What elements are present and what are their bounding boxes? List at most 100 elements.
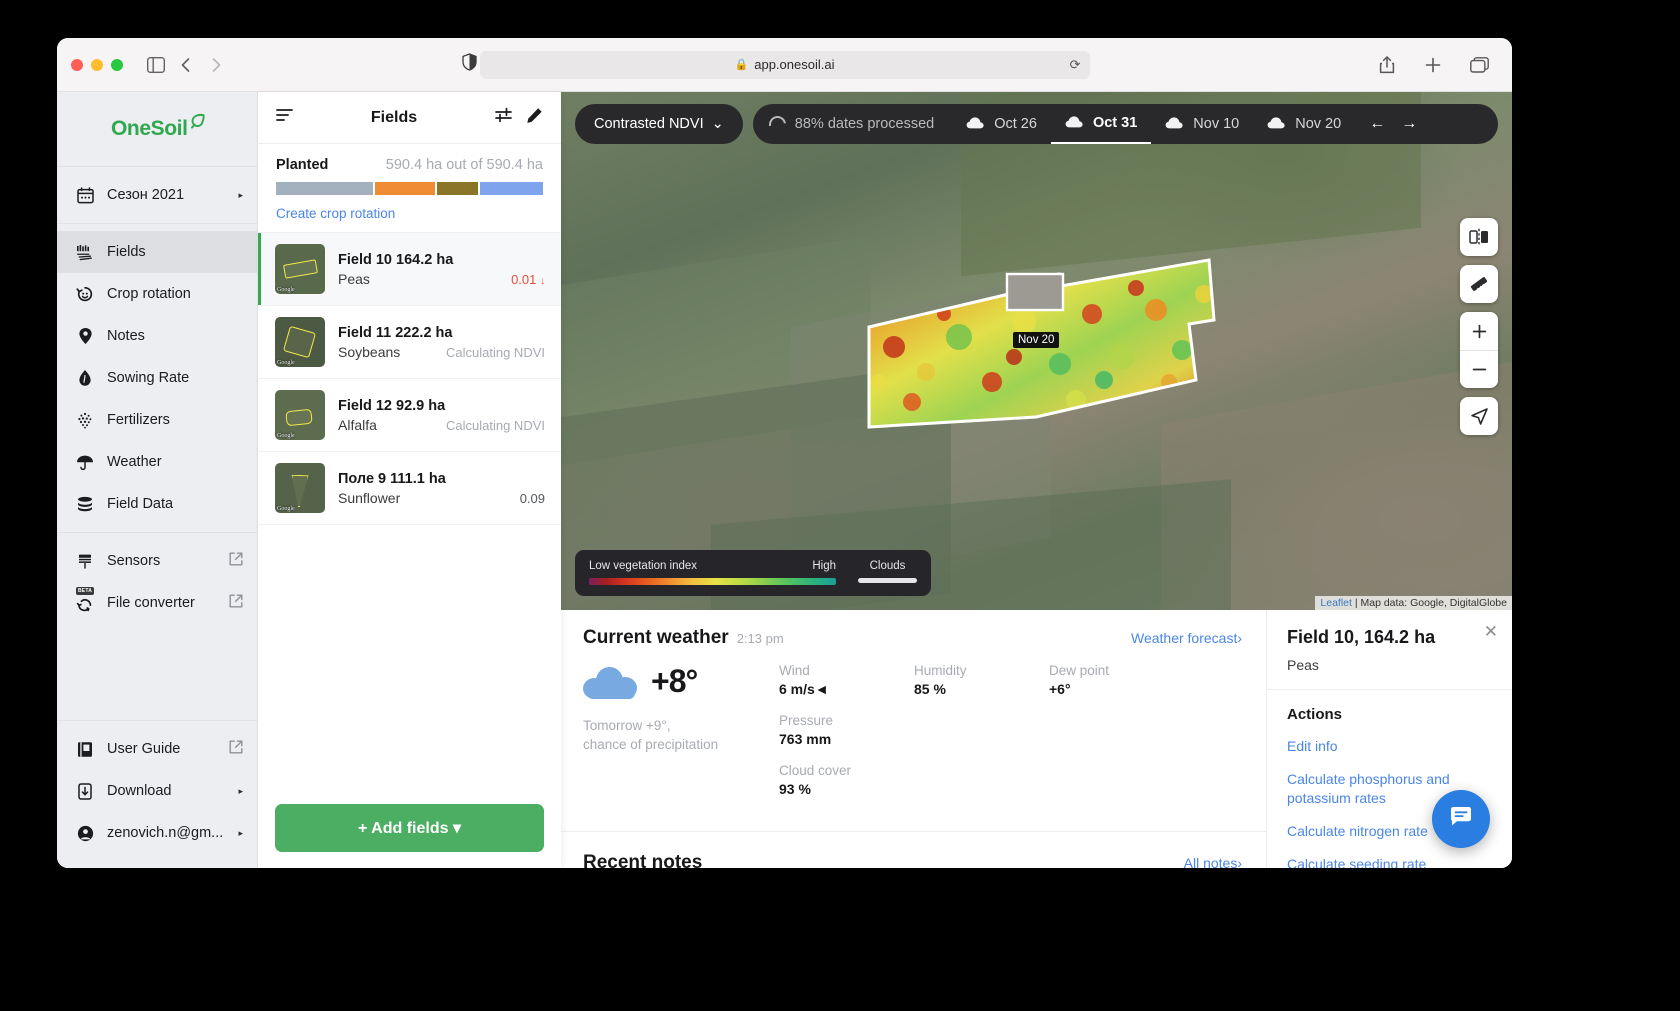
maximize-window-button[interactable] (111, 58, 123, 71)
recent-notes-card: Recent notes All notes› (561, 832, 1266, 868)
date-label: Oct 31 (1092, 115, 1138, 131)
field-list-item[interactable]: Google Field 11 222.2 ha Soybeans Calculati… (258, 306, 561, 379)
map-canvas[interactable]: Nov 20 Contrasted NDVI ⌄ 88% dates proce… (561, 92, 1512, 610)
map-legend: Low vegetation index High Clouds (575, 550, 931, 596)
sidebar-item-weather[interactable]: Weather (57, 441, 257, 483)
sidebar-item-label: Fields (107, 244, 146, 260)
close-icon[interactable]: ✕ (1484, 623, 1498, 640)
field-action-link[interactable]: Calculate seeding rate (1287, 855, 1492, 868)
sidebar-item-fertilizers[interactable]: Fertilizers (57, 399, 257, 441)
date-item-1[interactable]: Oct 31 (1050, 104, 1152, 144)
ndvi-mode-select[interactable]: Contrasted NDVI ⌄ (575, 104, 743, 144)
sidebar-item-fields[interactable]: Fields (57, 231, 257, 273)
date-item-2[interactable]: Nov 10 (1151, 104, 1253, 144)
sidebar-toggle-icon[interactable] (141, 51, 171, 79)
seed-icon (75, 369, 95, 387)
current-weather-card: Current weather 2:13 pm Weather forecast… (561, 610, 1266, 832)
sensor-icon (75, 553, 95, 570)
field-action-link[interactable]: Edit info (1287, 737, 1492, 756)
sidebar-item-label: Field Data (107, 496, 174, 512)
app-root: OneSoil Сезон 2021 ▸ Fields Crop rotatio… (57, 92, 1512, 868)
pencil-icon[interactable] (526, 107, 543, 129)
new-tab-icon[interactable] (1418, 51, 1448, 79)
sidebar: OneSoil Сезон 2021 ▸ Fields Crop rotatio… (57, 92, 258, 868)
external-link-icon[interactable] (229, 552, 243, 570)
cloud-icon (966, 116, 985, 132)
sidebar-item-sowing-rate[interactable]: Sowing Rate (57, 357, 257, 399)
field-sub: Sunflower 0.09 (338, 490, 545, 506)
clouds-legend: Clouds (858, 560, 917, 583)
chevron-right-icon: ▸ (238, 827, 243, 838)
planted-segment (374, 182, 435, 195)
close-window-button[interactable] (71, 58, 83, 71)
divider (1267, 689, 1512, 690)
sidebar-item-sensors[interactable]: Sensors (57, 540, 257, 582)
metric-value: +6° (1049, 681, 1071, 697)
sidebar-item-label: Сезон 2021 (107, 187, 185, 203)
main-content: Nov 20 Contrasted NDVI ⌄ 88% dates proce… (561, 92, 1512, 868)
sidebar-item-file-converter[interactable]: BETA File converter (57, 582, 257, 624)
trend-down-icon: ↓ (540, 275, 545, 287)
map-toolbar: Contrasted NDVI ⌄ 88% dates processed Oc… (575, 104, 1498, 144)
field-list-item[interactable]: Google Field 10 164.2 ha Peas 0.01 ↓ (258, 233, 561, 306)
season-group: Сезон 2021 ▸ (57, 167, 257, 223)
next-date-button[interactable]: → (1401, 115, 1417, 133)
weather-body: +8° Tomorrow +9°, chance of precipitation… (583, 663, 1242, 813)
processing-text: 88% dates processed (794, 116, 935, 132)
leaflet-link[interactable]: Leaflet (1320, 597, 1352, 609)
list-icon[interactable] (276, 108, 293, 127)
field-list-item[interactable]: Google Field 12 92.9 ha Alfalfa Calculating… (258, 379, 561, 452)
browser-back-button[interactable] (171, 51, 201, 79)
date-item-3[interactable]: Nov 20 (1253, 104, 1355, 144)
external-link-icon[interactable] (229, 594, 243, 612)
zoom-in-icon[interactable] (1460, 312, 1498, 350)
download-icon (75, 782, 95, 800)
sidebar-item-account[interactable]: zenovich.n@gm... ▸ (57, 812, 257, 854)
field-sub: Soybeans Calculating NDVI (338, 344, 545, 360)
notes-header: Recent notes All notes› (583, 852, 1242, 868)
sidebar-item-notes[interactable]: Notes (57, 315, 257, 357)
filter-icon[interactable] (495, 107, 512, 128)
field-thumbnail: Google (275, 463, 325, 513)
weather-metric: Humidity 85 % (914, 663, 1049, 697)
sidebar-item-field-data[interactable]: Field Data (57, 483, 257, 525)
prev-date-button[interactable]: ← (1369, 115, 1385, 133)
zoom-out-icon[interactable] (1460, 350, 1498, 388)
calendar-icon (75, 186, 95, 204)
minimize-window-button[interactable] (91, 58, 103, 71)
weather-title: Current weather (583, 627, 729, 648)
sidebar-item-season[interactable]: Сезон 2021 ▸ (57, 174, 257, 216)
sidebar-item-download[interactable]: Download ▸ (57, 770, 257, 812)
field-sub: Peas 0.01 ↓ (338, 271, 545, 287)
add-fields-button[interactable]: + Add fields ▾ (275, 804, 544, 852)
url-bar[interactable]: 🔒 app.onesoil.ai ⟳ (479, 50, 1090, 79)
window-traffic-lights[interactable] (71, 58, 123, 71)
weather-header: Current weather 2:13 pm Weather forecast… (583, 627, 1242, 649)
field-list-item[interactable]: Google Поле 9 111.1 ha Sunflower 0.09 (258, 452, 561, 525)
temperature-value: +8° (651, 663, 698, 699)
browser-forward-button[interactable] (201, 51, 231, 79)
date-label: Nov 10 (1193, 116, 1240, 132)
app-logo[interactable]: OneSoil (57, 92, 257, 166)
privacy-shield-icon[interactable] (462, 53, 477, 76)
tabs-overview-icon[interactable] (1464, 51, 1494, 79)
date-item-0[interactable]: Oct 26 (952, 104, 1051, 144)
reload-icon[interactable]: ⟳ (1070, 57, 1081, 73)
ndvi-field-polygon[interactable] (864, 252, 1234, 452)
weather-forecast-link[interactable]: Weather forecast› (1131, 630, 1242, 646)
browser-window: 🔒 app.onesoil.ai ⟳ OneSoil Сезон 2021 ▸ … (57, 38, 1512, 868)
chat-launcher-button[interactable] (1432, 790, 1490, 848)
ruler-icon[interactable] (1460, 265, 1498, 303)
google-watermark: Google (277, 287, 295, 293)
compare-icon[interactable] (1460, 218, 1498, 256)
share-icon[interactable] (1372, 51, 1402, 79)
planted-segment (276, 182, 373, 195)
sidebar-item-user-guide[interactable]: User Guide (57, 728, 257, 770)
sidebar-item-crop-rotation[interactable]: Crop rotation (57, 273, 257, 315)
all-notes-link[interactable]: All notes› (1184, 855, 1242, 868)
planted-segment (480, 182, 543, 195)
spinner-icon (765, 112, 790, 136)
create-crop-rotation-link[interactable]: Create crop rotation (276, 206, 543, 221)
locate-icon[interactable] (1460, 397, 1498, 435)
external-link-icon[interactable] (229, 740, 243, 758)
